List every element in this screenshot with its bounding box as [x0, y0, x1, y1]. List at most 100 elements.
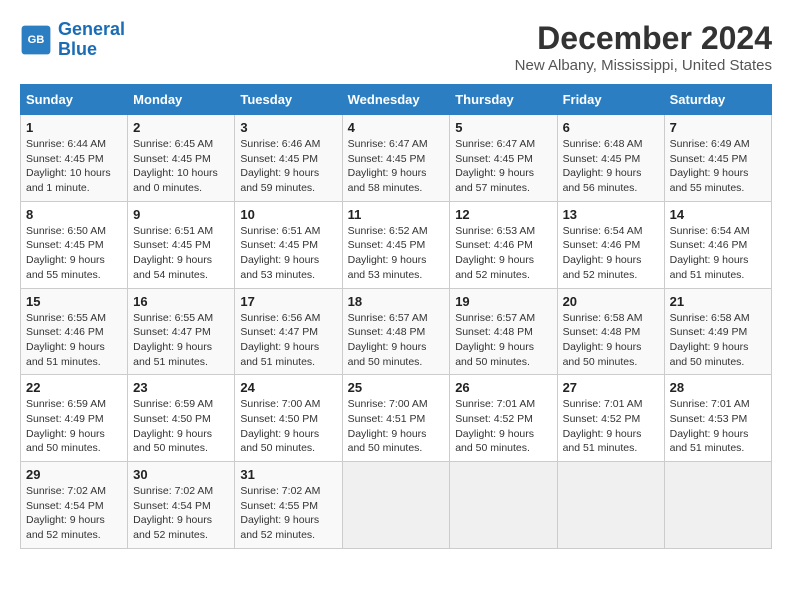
calendar-cell: 25 Sunrise: 7:00 AM Sunset: 4:51 PM Dayli…	[342, 375, 450, 462]
calendar-cell: 7 Sunrise: 6:49 AM Sunset: 4:45 PM Daylig…	[664, 115, 771, 202]
day-info: Sunrise: 6:55 AM Sunset: 4:47 PM Dayligh…	[133, 311, 229, 370]
day-info: Sunrise: 6:57 AM Sunset: 4:48 PM Dayligh…	[348, 311, 445, 370]
calendar-cell: 10 Sunrise: 6:51 AM Sunset: 4:45 PM Dayli…	[235, 201, 342, 288]
calendar-cell: 12 Sunrise: 6:53 AM Sunset: 4:46 PM Dayli…	[450, 201, 557, 288]
calendar-cell: 22Sunrise: 6:59 AM Sunset: 4:49 PM Dayli…	[21, 375, 128, 462]
calendar-cell: 18 Sunrise: 6:57 AM Sunset: 4:48 PM Dayli…	[342, 288, 450, 375]
calendar-cell: 28Sunrise: 7:01 AM Sunset: 4:53 PM Dayli…	[664, 375, 771, 462]
day-number: 30	[133, 467, 229, 482]
header-wednesday: Wednesday	[342, 85, 450, 115]
day-info: Sunrise: 6:49 AM Sunset: 4:45 PM Dayligh…	[670, 137, 766, 196]
day-info: Sunrise: 6:55 AM Sunset: 4:46 PM Dayligh…	[26, 311, 122, 370]
day-number: 15	[26, 294, 122, 309]
calendar-cell: 6 Sunrise: 6:48 AM Sunset: 4:45 PM Daylig…	[557, 115, 664, 202]
calendar-cell: 29Sunrise: 7:02 AM Sunset: 4:54 PM Dayli…	[21, 462, 128, 549]
logo-icon: GB	[20, 24, 52, 56]
day-info: Sunrise: 6:47 AM Sunset: 4:45 PM Dayligh…	[455, 137, 551, 196]
calendar-cell: 8 Sunrise: 6:50 AM Sunset: 4:45 PM Daylig…	[21, 201, 128, 288]
calendar-cell: 14Sunrise: 6:54 AM Sunset: 4:46 PM Dayli…	[664, 201, 771, 288]
day-info: Sunrise: 6:59 AM Sunset: 4:50 PM Dayligh…	[133, 397, 229, 456]
calendar-cell: 3 Sunrise: 6:46 AM Sunset: 4:45 PM Daylig…	[235, 115, 342, 202]
calendar-cell: 24 Sunrise: 7:00 AM Sunset: 4:50 PM Dayli…	[235, 375, 342, 462]
day-number: 13	[563, 207, 659, 222]
calendar-cell	[664, 462, 771, 549]
calendar-cell: 13 Sunrise: 6:54 AM Sunset: 4:46 PM Dayli…	[557, 201, 664, 288]
calendar-cell: 9Sunrise: 6:51 AM Sunset: 4:45 PM Daylig…	[128, 201, 235, 288]
week-row-0: 1Sunrise: 6:44 AM Sunset: 4:45 PM Daylig…	[21, 115, 772, 202]
header: GB General Blue December 2024 New Albany…	[20, 20, 772, 74]
day-number: 3	[240, 120, 336, 135]
day-number: 31	[240, 467, 336, 482]
day-info: Sunrise: 7:00 AM Sunset: 4:50 PM Dayligh…	[240, 397, 336, 456]
day-info: Sunrise: 6:58 AM Sunset: 4:48 PM Dayligh…	[563, 311, 659, 370]
day-number: 20	[563, 294, 659, 309]
calendar-cell: 30 Sunrise: 7:02 AM Sunset: 4:54 PM Dayli…	[128, 462, 235, 549]
day-number: 6	[563, 120, 659, 135]
day-info: Sunrise: 6:47 AM Sunset: 4:45 PM Dayligh…	[348, 137, 445, 196]
day-info: Sunrise: 7:00 AM Sunset: 4:51 PM Dayligh…	[348, 397, 445, 456]
header-sunday: Sunday	[21, 85, 128, 115]
day-number: 25	[348, 380, 445, 395]
day-number: 4	[348, 120, 445, 135]
day-info: Sunrise: 6:46 AM Sunset: 4:45 PM Dayligh…	[240, 137, 336, 196]
day-number: 8	[26, 207, 122, 222]
day-number: 23	[133, 380, 229, 395]
day-info: Sunrise: 7:01 AM Sunset: 4:52 PM Dayligh…	[563, 397, 659, 456]
day-info: Sunrise: 7:01 AM Sunset: 4:53 PM Dayligh…	[670, 397, 766, 456]
day-info: Sunrise: 6:51 AM Sunset: 4:45 PM Dayligh…	[240, 224, 336, 283]
calendar-cell	[450, 462, 557, 549]
day-info: Sunrise: 6:45 AM Sunset: 4:45 PM Dayligh…	[133, 137, 229, 196]
calendar-header-row: SundayMondayTuesdayWednesdayThursdayFrid…	[21, 85, 772, 115]
day-number: 10	[240, 207, 336, 222]
calendar-cell: 4 Sunrise: 6:47 AM Sunset: 4:45 PM Daylig…	[342, 115, 450, 202]
day-info: Sunrise: 6:50 AM Sunset: 4:45 PM Dayligh…	[26, 224, 122, 283]
day-number: 5	[455, 120, 551, 135]
day-info: Sunrise: 7:02 AM Sunset: 4:54 PM Dayligh…	[26, 484, 122, 543]
day-info: Sunrise: 7:02 AM Sunset: 4:55 PM Dayligh…	[240, 484, 336, 543]
day-number: 1	[26, 120, 122, 135]
day-info: Sunrise: 6:53 AM Sunset: 4:46 PM Dayligh…	[455, 224, 551, 283]
day-number: 26	[455, 380, 551, 395]
calendar-cell: 16 Sunrise: 6:55 AM Sunset: 4:47 PM Dayli…	[128, 288, 235, 375]
day-number: 22	[26, 380, 122, 395]
day-info: Sunrise: 7:02 AM Sunset: 4:54 PM Dayligh…	[133, 484, 229, 543]
week-row-4: 29Sunrise: 7:02 AM Sunset: 4:54 PM Dayli…	[21, 462, 772, 549]
calendar-cell: 23 Sunrise: 6:59 AM Sunset: 4:50 PM Dayli…	[128, 375, 235, 462]
day-number: 21	[670, 294, 766, 309]
week-row-2: 15 Sunrise: 6:55 AM Sunset: 4:46 PM Dayli…	[21, 288, 772, 375]
calendar-cell: 31 Sunrise: 7:02 AM Sunset: 4:55 PM Dayli…	[235, 462, 342, 549]
subtitle: New Albany, Mississippi, United States	[515, 57, 772, 74]
day-info: Sunrise: 6:51 AM Sunset: 4:45 PM Dayligh…	[133, 224, 229, 283]
header-saturday: Saturday	[664, 85, 771, 115]
logo-line1: General	[58, 19, 125, 39]
day-info: Sunrise: 6:54 AM Sunset: 4:46 PM Dayligh…	[563, 224, 659, 283]
calendar-cell: 15 Sunrise: 6:55 AM Sunset: 4:46 PM Dayli…	[21, 288, 128, 375]
logo-text: General Blue	[58, 20, 125, 60]
day-number: 12	[455, 207, 551, 222]
main-title: December 2024	[515, 20, 772, 57]
logo-line2: Blue	[58, 39, 97, 59]
calendar-cell: 20 Sunrise: 6:58 AM Sunset: 4:48 PM Dayli…	[557, 288, 664, 375]
header-tuesday: Tuesday	[235, 85, 342, 115]
calendar-cell: 19 Sunrise: 6:57 AM Sunset: 4:48 PM Dayli…	[450, 288, 557, 375]
calendar-cell: 1Sunrise: 6:44 AM Sunset: 4:45 PM Daylig…	[21, 115, 128, 202]
week-row-1: 8 Sunrise: 6:50 AM Sunset: 4:45 PM Daylig…	[21, 201, 772, 288]
calendar-cell: 27Sunrise: 7:01 AM Sunset: 4:52 PM Dayli…	[557, 375, 664, 462]
day-info: Sunrise: 6:57 AM Sunset: 4:48 PM Dayligh…	[455, 311, 551, 370]
calendar-cell	[557, 462, 664, 549]
day-number: 18	[348, 294, 445, 309]
day-number: 16	[133, 294, 229, 309]
day-info: Sunrise: 6:56 AM Sunset: 4:47 PM Dayligh…	[240, 311, 336, 370]
logo: GB General Blue	[20, 20, 125, 60]
header-monday: Monday	[128, 85, 235, 115]
calendar-table: SundayMondayTuesdayWednesdayThursdayFrid…	[20, 84, 772, 549]
day-info: Sunrise: 6:48 AM Sunset: 4:45 PM Dayligh…	[563, 137, 659, 196]
day-info: Sunrise: 6:52 AM Sunset: 4:45 PM Dayligh…	[348, 224, 445, 283]
day-number: 19	[455, 294, 551, 309]
calendar-cell	[342, 462, 450, 549]
day-number: 24	[240, 380, 336, 395]
day-number: 7	[670, 120, 766, 135]
calendar-cell: 11Sunrise: 6:52 AM Sunset: 4:45 PM Dayli…	[342, 201, 450, 288]
header-friday: Friday	[557, 85, 664, 115]
day-info: Sunrise: 7:01 AM Sunset: 4:52 PM Dayligh…	[455, 397, 551, 456]
